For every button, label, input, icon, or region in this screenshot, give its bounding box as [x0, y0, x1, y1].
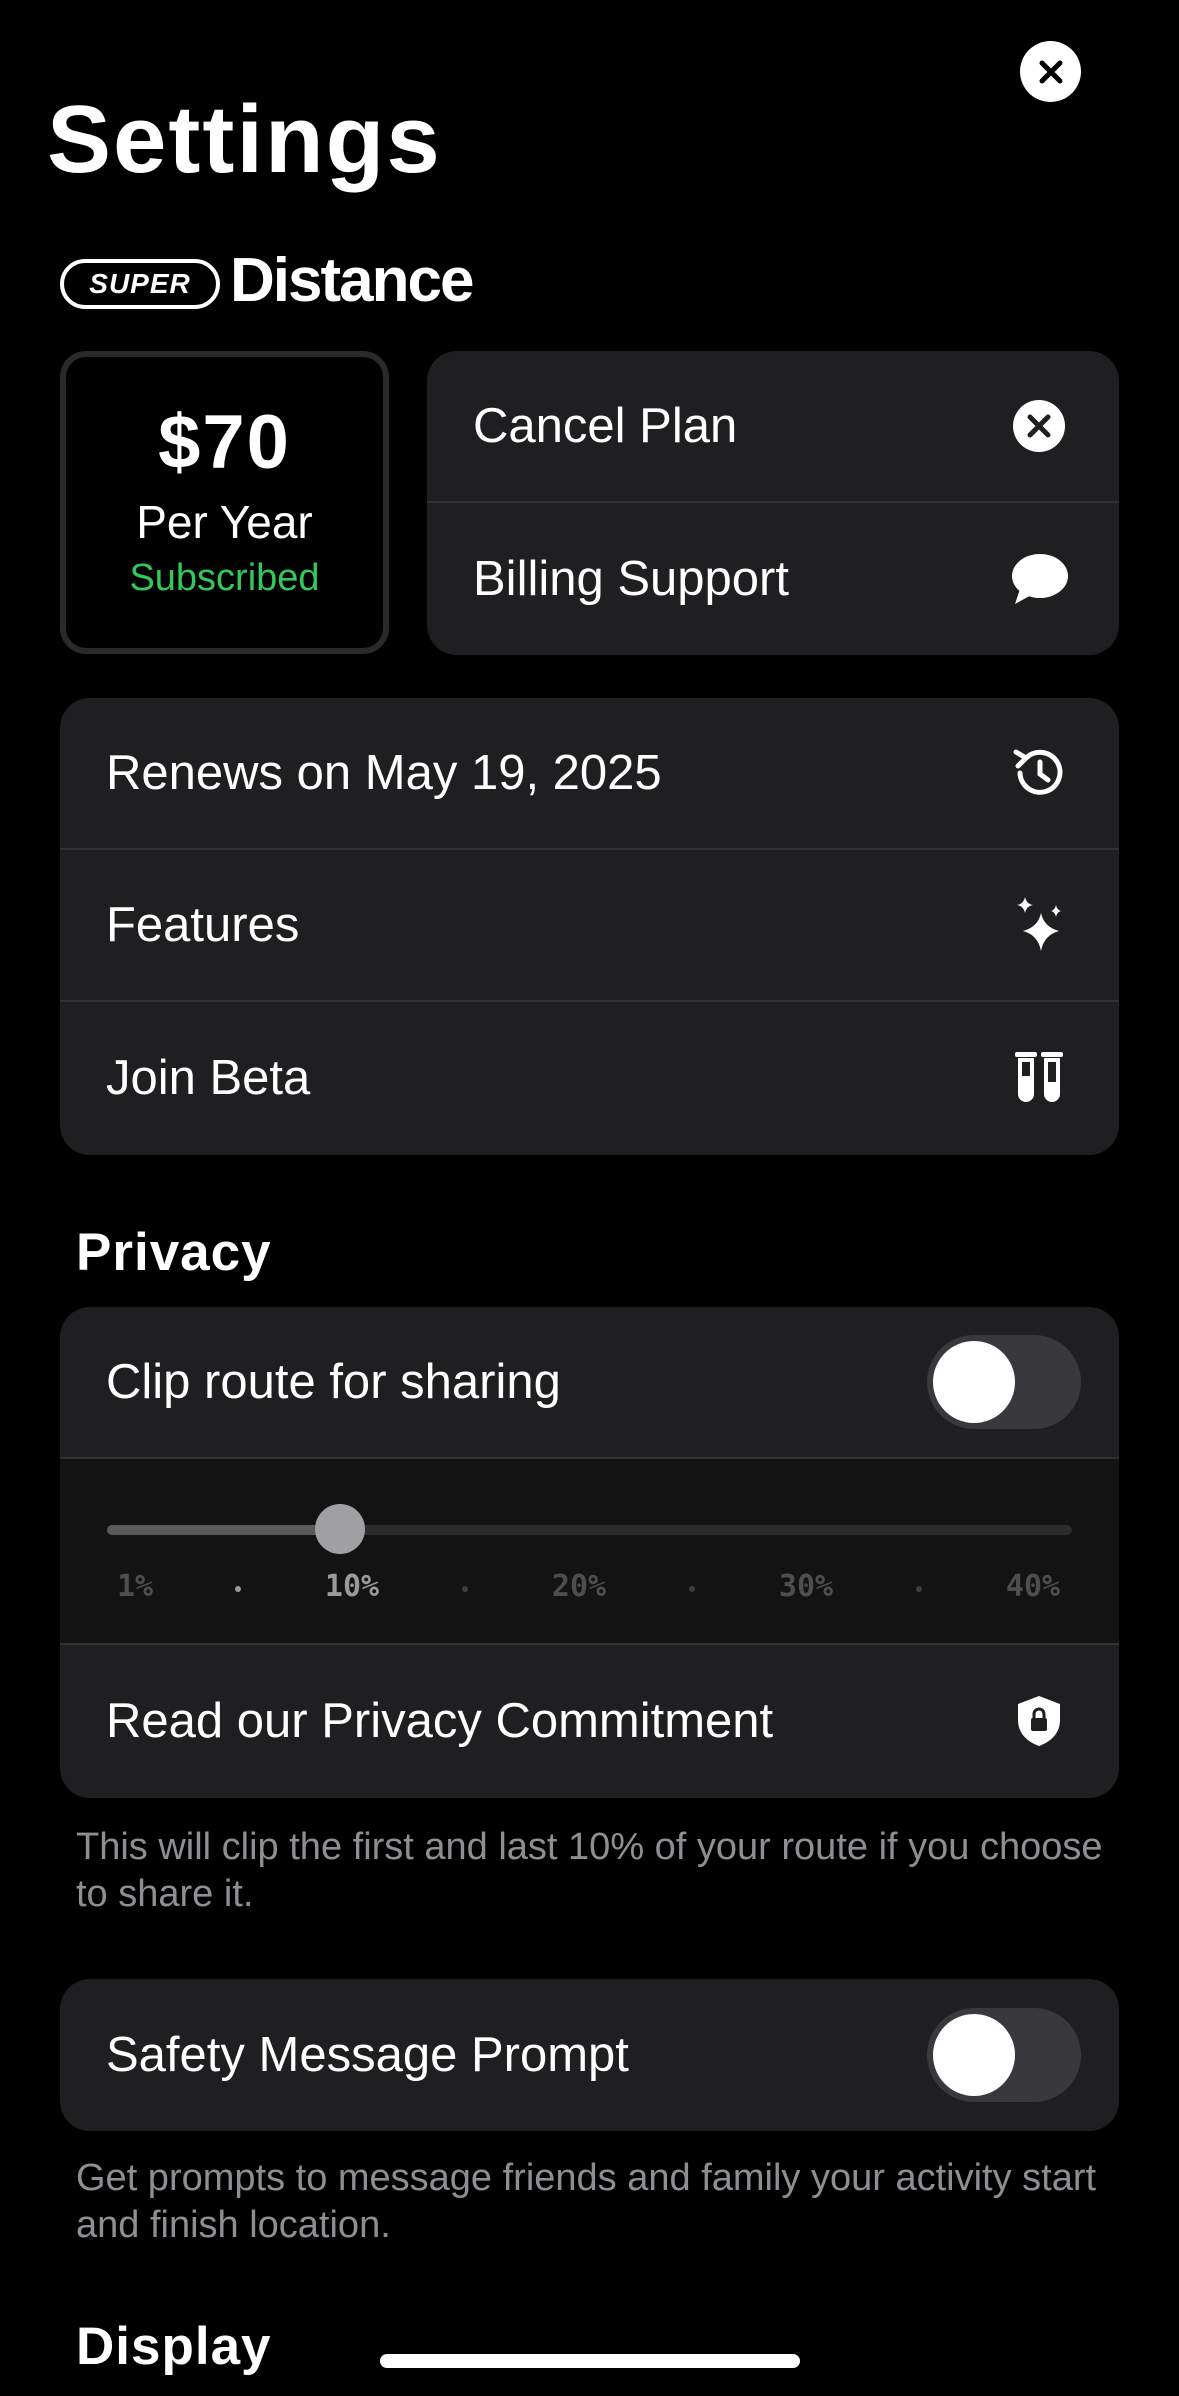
privacy-card: Clip route for sharing 1% 10% 20% 30% 40… [60, 1307, 1119, 1798]
slider-dot [235, 1586, 241, 1592]
slider-thumb[interactable] [315, 1504, 365, 1554]
test-tubes-icon [1007, 1046, 1071, 1110]
slider-tick-label: 30% [778, 1569, 834, 1604]
safety-message-toggle[interactable] [927, 2008, 1081, 2102]
billing-support-row[interactable]: Billing Support [427, 503, 1119, 655]
toggle-knob [933, 2014, 1015, 2096]
slider-dot [689, 1586, 695, 1592]
slider-tick-label: 40% [1005, 1569, 1061, 1604]
clip-percentage-slider[interactable]: 1% 10% 20% 30% 40% [60, 1459, 1119, 1645]
features-row[interactable]: Features [60, 850, 1119, 1002]
cancel-plan-label: Cancel Plan [473, 399, 738, 453]
renews-label: Renews on May 19, 2025 [106, 746, 662, 800]
clip-route-note: This will clip the first and last 10% of… [76, 1826, 1103, 1915]
page-title: Settings [47, 86, 442, 193]
slider-track-fill [107, 1525, 340, 1535]
sparkles-icon [1007, 893, 1071, 957]
join-beta-row[interactable]: Join Beta [60, 1002, 1119, 1154]
brand-badge: SUPER [60, 259, 220, 309]
safety-message-label: Safety Message Prompt [106, 2028, 629, 2082]
privacy-section-title: Privacy [76, 1223, 272, 1282]
close-icon [1039, 60, 1062, 83]
shield-lock-icon [1007, 1689, 1071, 1753]
clip-route-toggle[interactable] [927, 1335, 1081, 1429]
plan-actions-card: Cancel Plan Billing Support [427, 351, 1119, 655]
slider-tick-label: 20% [551, 1569, 607, 1604]
plan-price: $70 [158, 400, 291, 485]
close-button[interactable] [1020, 41, 1081, 102]
privacy-commitment-label: Read our Privacy Commitment [106, 1694, 774, 1748]
safety-card: Safety Message Prompt [60, 1979, 1119, 2131]
slider-dot [462, 1586, 468, 1592]
safety-message-note: Get prompts to message friends and famil… [76, 2157, 1097, 2246]
clip-route-row: Clip route for sharing [60, 1307, 1119, 1459]
renews-row[interactable]: Renews on May 19, 2025 [60, 698, 1119, 850]
history-icon [1007, 741, 1071, 805]
slider-tick-label: 1% [116, 1569, 154, 1604]
close-circle-icon [1007, 394, 1071, 458]
clip-route-label: Clip route for sharing [106, 1355, 561, 1409]
cancel-plan-row[interactable]: Cancel Plan [427, 351, 1119, 503]
privacy-commitment-row[interactable]: Read our Privacy Commitment [60, 1645, 1119, 1797]
slider-tick-label: 10% [324, 1569, 380, 1604]
chat-bubble-icon [1007, 547, 1071, 611]
brand-name: Distance [230, 246, 474, 315]
plan-period: Per Year [136, 496, 313, 548]
safety-message-row: Safety Message Prompt [60, 1979, 1119, 2131]
home-indicator [380, 2354, 800, 2368]
plan-card: $70 Per Year Subscribed [60, 351, 389, 654]
plan-status: Subscribed [129, 557, 320, 599]
toggle-knob [933, 1341, 1015, 1423]
join-beta-label: Join Beta [106, 1051, 311, 1105]
slider-dot [916, 1586, 922, 1592]
features-label: Features [106, 898, 300, 952]
billing-support-label: Billing Support [473, 552, 789, 606]
display-section-title: Display [76, 2317, 272, 2376]
subscription-card: Renews on May 19, 2025 Features Join Bet… [60, 698, 1119, 1155]
